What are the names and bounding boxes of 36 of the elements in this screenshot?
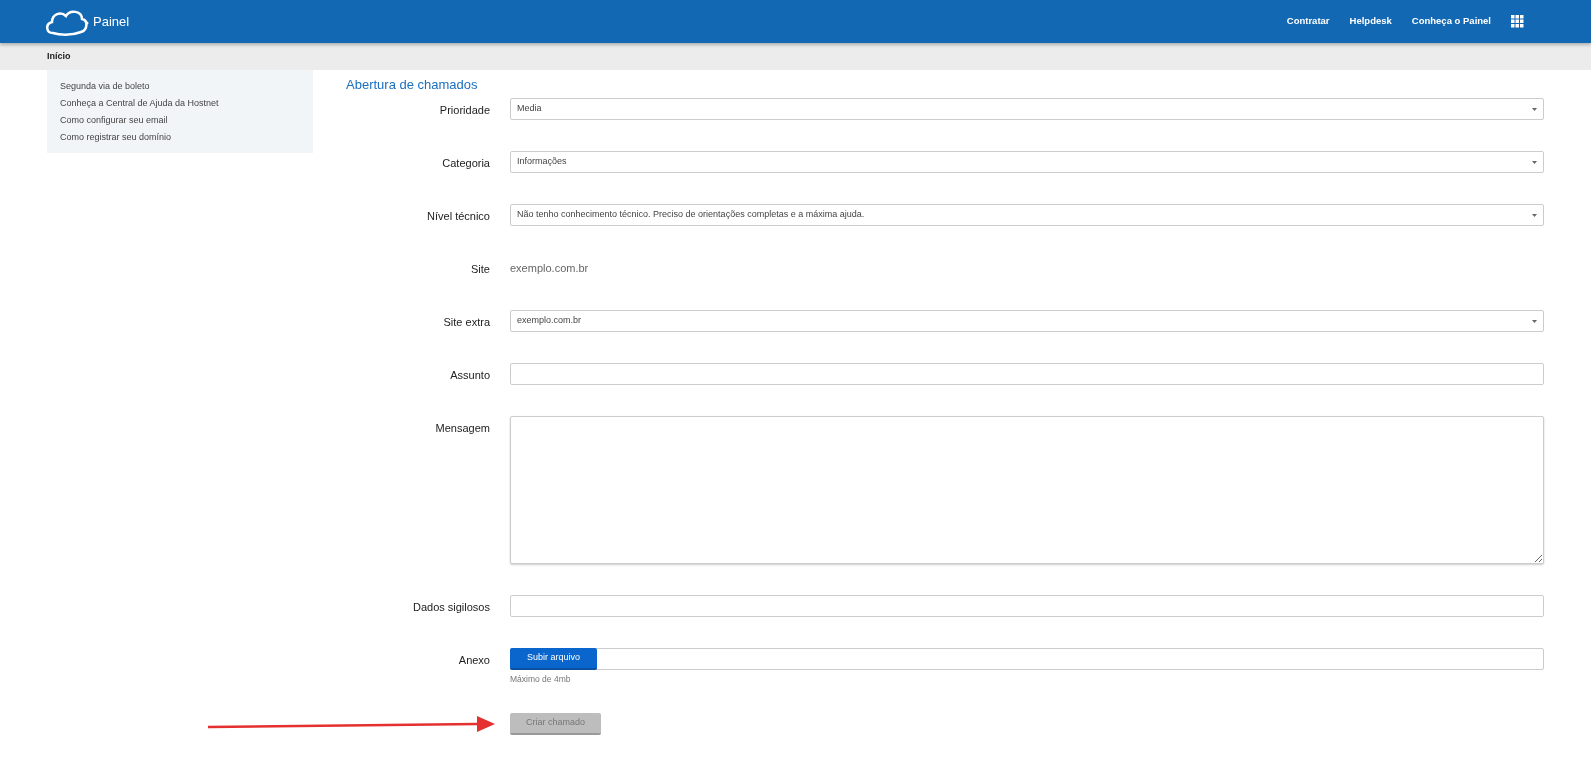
field-label: Anexo [458, 653, 490, 668]
upload-button[interactable]: Subir arquivo [510, 648, 598, 670]
input-field[interactable] [510, 595, 1544, 617]
message-textarea[interactable] [510, 416, 1544, 564]
nav-link[interactable]: Contratar [1286, 14, 1330, 29]
field-label: Assunto [450, 368, 490, 383]
caret-icon [1532, 319, 1537, 323]
nav-link[interactable]: Helpdesk [1349, 14, 1392, 29]
field-label: Prioridade [439, 103, 490, 118]
file-field[interactable]: Subir arquivo [510, 648, 1544, 670]
select-field[interactable]: Não tenho conhecimento técnico. Preciso de orientações completas e a máxima ajuda. [510, 204, 1544, 226]
sidebar-link[interactable]: Como configurar seu email [60, 113, 313, 130]
cloud-logo-icon [45, 7, 89, 36]
sidebar-link[interactable]: Segunda via de boleto [60, 79, 313, 96]
breadcrumb-link[interactable]: Início [47, 49, 71, 64]
caret-icon [1532, 160, 1537, 164]
caret-icon [1532, 213, 1537, 217]
field-label: Site [471, 262, 490, 277]
field-label: Site extra [443, 315, 490, 330]
sidebar-link[interactable]: Conheça a Central de Ajuda da Hostnet [60, 96, 313, 113]
field-label: Mensagem [435, 421, 490, 436]
caret-icon [1532, 107, 1537, 111]
hint-text: Máximo de 4mb [510, 673, 572, 686]
select-field[interactable]: exemplo.com.br [510, 310, 1544, 332]
field-label: Categoria [442, 156, 490, 171]
input-field[interactable] [510, 363, 1544, 385]
nav-link[interactable]: Conheça o Painel [1411, 14, 1491, 29]
select-field[interactable]: Media [510, 98, 1544, 120]
select-field[interactable]: Informações [510, 151, 1544, 173]
field-label: Dados sigilosos [412, 600, 490, 615]
form-title: Abertura de chamados [346, 76, 479, 94]
apps-grid-icon[interactable] [1511, 15, 1524, 28]
brand-name: Painel [93, 12, 130, 31]
sidebar-link[interactable]: Como registrar seu domínio [60, 130, 313, 147]
field-label: Nível técnico [427, 209, 490, 224]
field-value: exemplo.com.br [510, 261, 589, 276]
